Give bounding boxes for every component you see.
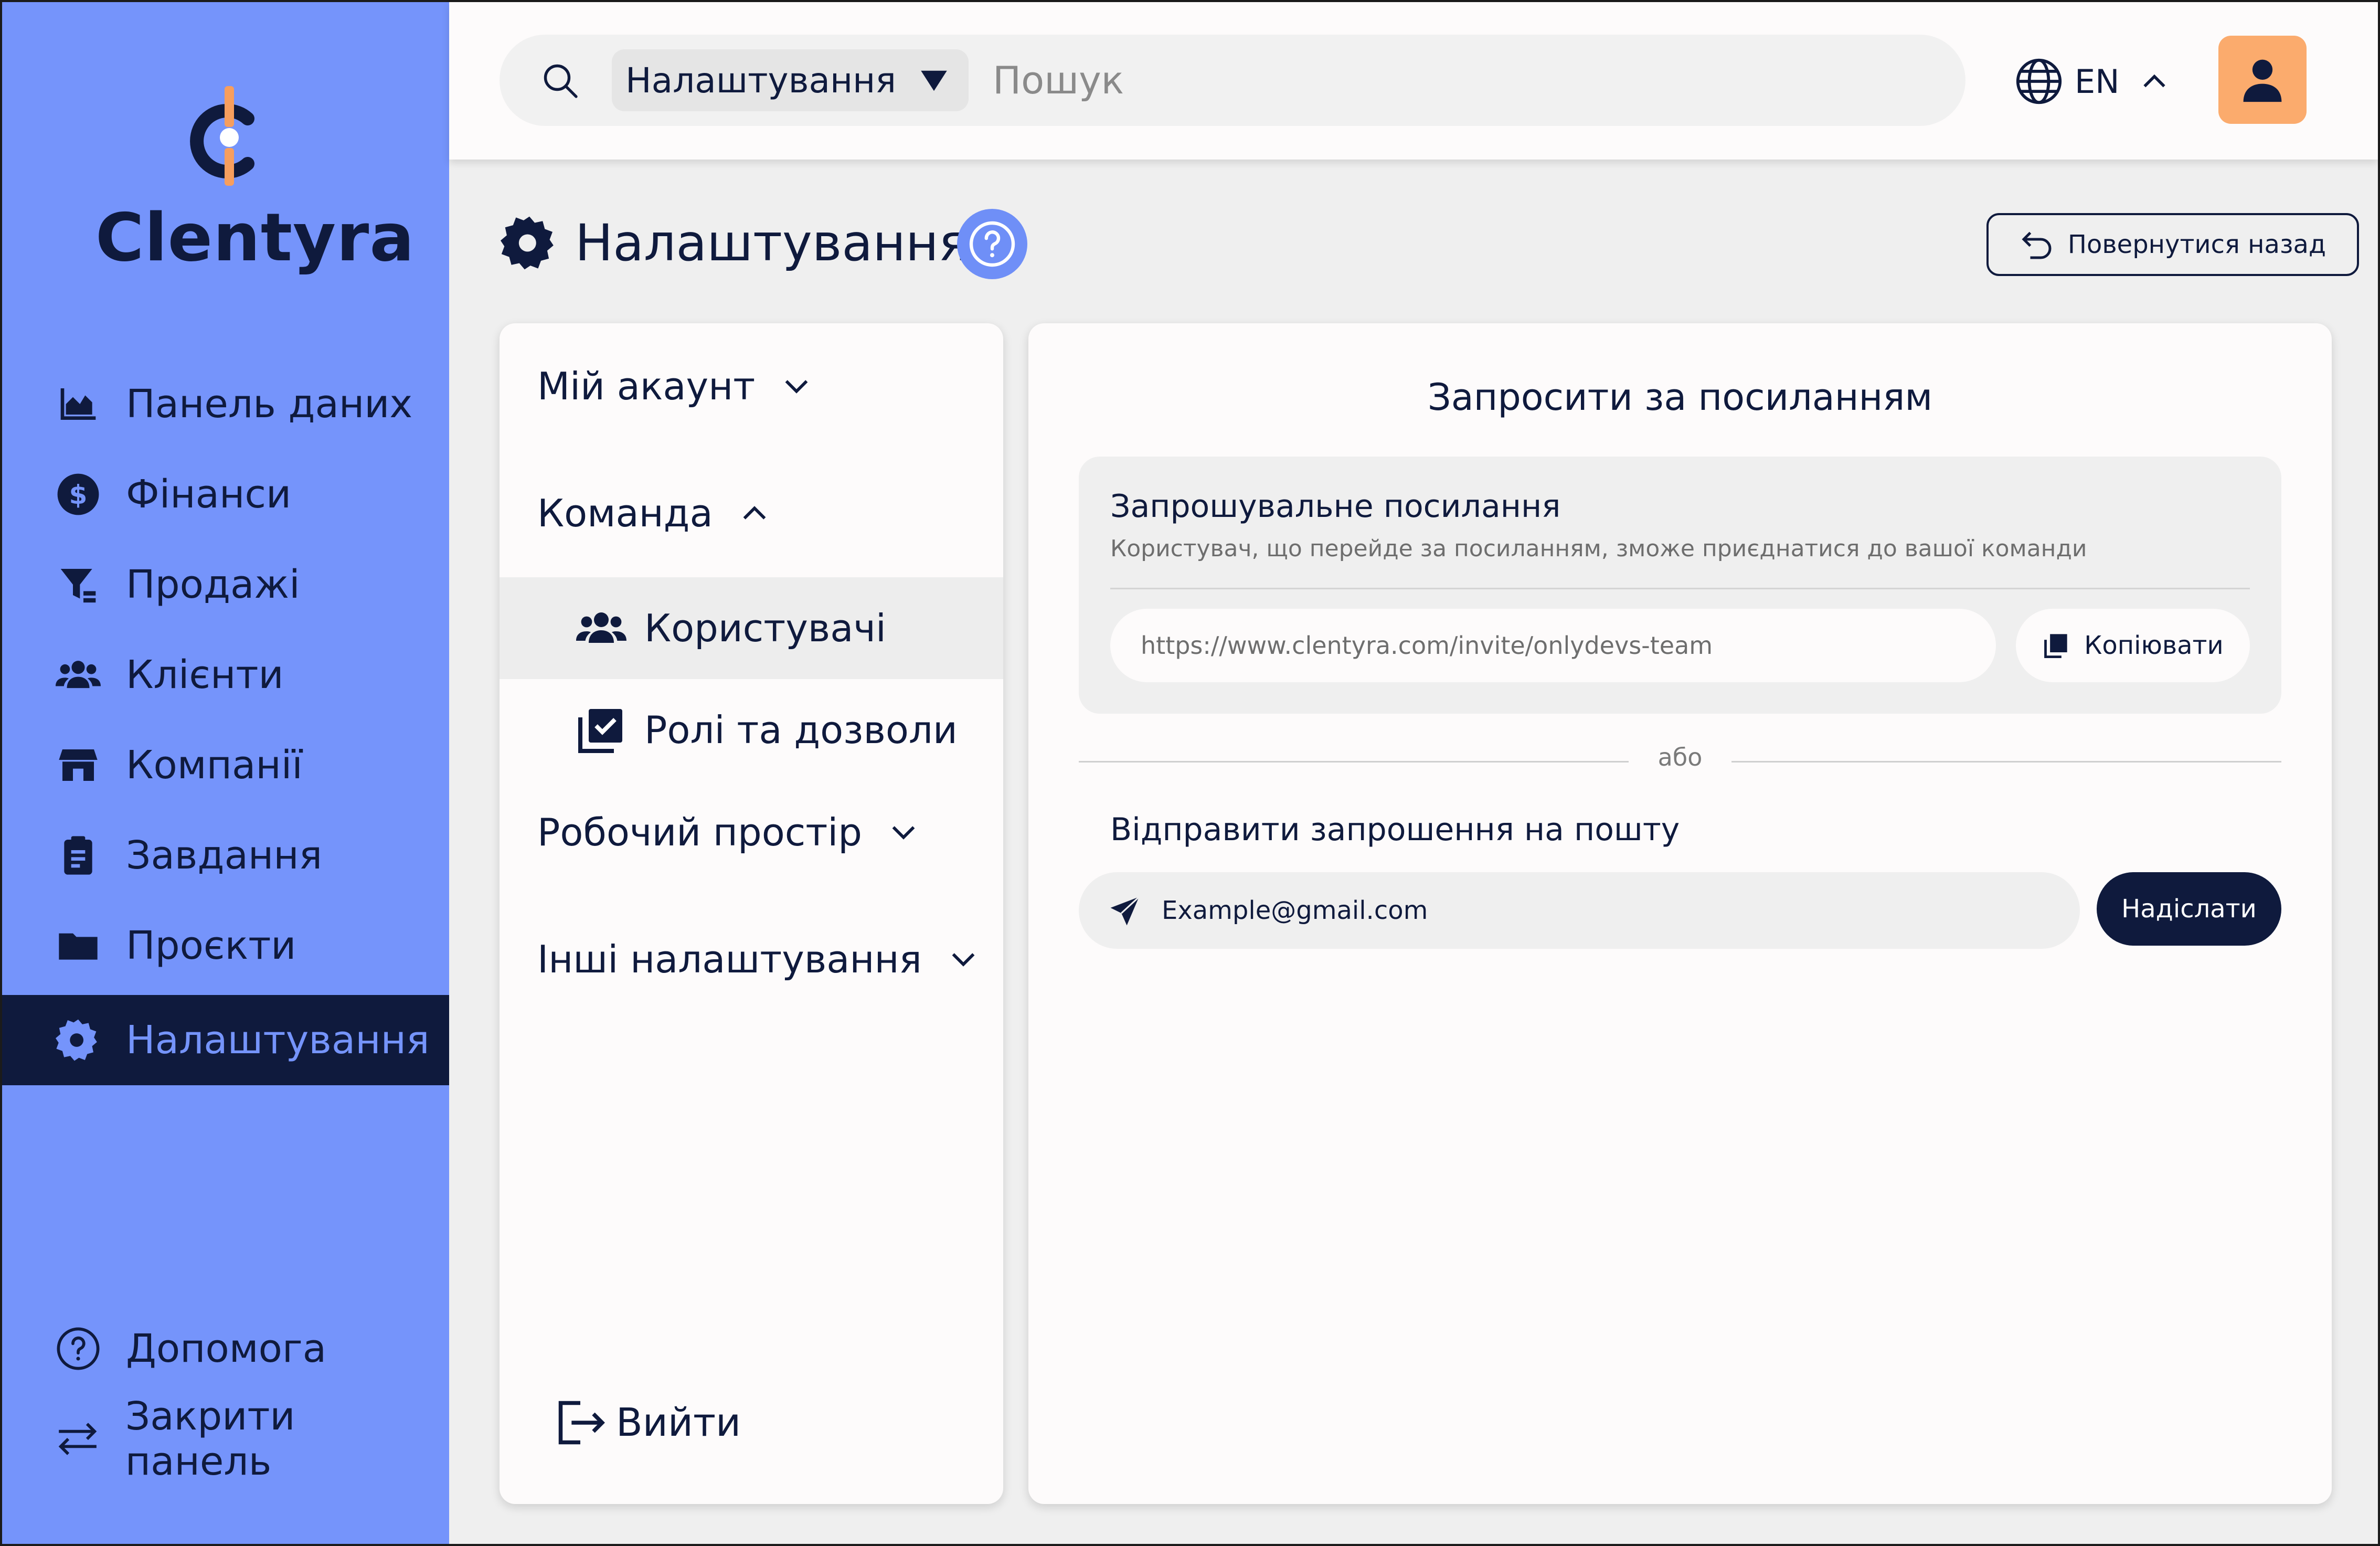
globe-icon [2016,58,2062,104]
search-scope-dropdown[interactable]: Налаштування [612,49,969,111]
section-label: Інші налаштування [537,937,922,981]
sidebar-item-clients[interactable]: Клієнти [2,630,449,720]
swap-arrows-icon [55,1415,101,1463]
sidebar-item-tasks[interactable]: Завдання [2,810,449,901]
search-input[interactable] [992,49,1926,111]
page-title-text: Налаштування [575,214,969,272]
section-label: Команда [537,491,713,535]
dollar-circle-icon: $ [55,471,102,518]
sidebar-item-label: Проєкти [126,923,296,968]
logout-label: Вийти [616,1400,741,1445]
copy-icon [2044,634,2067,659]
logo-text: Clentyra [95,199,415,276]
or-label: або [1658,743,1703,771]
send-button[interactable]: Надіслати [2097,872,2281,946]
sidebar-item-label: Закрити панель [125,1394,295,1484]
section-my-account[interactable]: Мій акаунт [537,355,812,418]
search-icon[interactable] [541,62,579,100]
team-item-roles[interactable]: Ролі та дозволи [500,679,1003,781]
sidebar-item-finance[interactable]: $ Фінанси [2,449,449,539]
chevron-down-icon [785,380,808,394]
settings-nav-panel: Мій акаунт Команда Користувачі Ролі та д… [500,323,1003,1504]
search-scope-label: Налаштування [625,60,896,101]
sidebar-item-label: Допомога [126,1326,327,1371]
users-icon [55,651,102,698]
sidebar-item-help[interactable]: Допомога [2,1304,449,1394]
store-icon [55,742,102,789]
divider-right [1731,761,2281,763]
chevron-down-icon [892,826,915,840]
logout-icon [558,1401,605,1445]
section-team[interactable]: Команда [537,482,770,545]
back-button[interactable]: Повернутися назад [1986,213,2359,276]
folder-icon [55,922,102,969]
logout-button[interactable]: Вийти [554,1389,741,1457]
sidebar-item-projects[interactable]: Проєкти [2,901,449,991]
sidebar-item-dashboard[interactable]: Панель даних [2,359,449,449]
team-item-users[interactable]: Користувачі [500,577,1003,679]
invite-link-field[interactable] [1110,609,1996,682]
sidebar-item-sales[interactable]: Продажі [2,539,449,630]
funnel-icon [55,561,102,608]
copy-button[interactable]: Копіювати [2016,609,2250,682]
invite-link-title: Запрошувальне посилання [1110,488,1561,525]
sidebar-item-settings[interactable]: Налаштування [2,995,449,1085]
email-input-container [1079,872,2080,949]
clipboard-icon [55,832,102,879]
checkbox-stack-icon [578,709,622,753]
email-input[interactable] [1161,872,2053,949]
logo-mark-icon [190,86,254,186]
question-icon [969,221,1015,267]
sidebar-item-collapse[interactable]: Закрити панель [2,1394,449,1484]
section-other-settings[interactable]: Інші налаштування [537,928,979,991]
invite-link-card: Запрошувальне посилання Користувач, що п… [1079,457,2281,714]
email-invite-title: Відправити запрошення на пошту [1110,811,1680,848]
chart-area-icon [55,380,102,428]
help-button[interactable] [957,209,1027,279]
copy-button-label: Копіювати [2084,631,2224,660]
sidebar-item-label: Панель даних [126,382,413,427]
team-item-label: Ролі та дозволи [644,708,958,752]
invite-link-description: Користувач, що перейде за посиланням, зм… [1110,535,2087,562]
sidebar-item-label: Налаштування [126,1018,430,1063]
language-selector[interactable]: EN [2015,52,2169,110]
sidebar-item-label: Клієнти [126,652,284,697]
section-label: Робочий простір [537,810,862,854]
gear-icon [55,1016,102,1064]
topbar: Налаштування EN [449,2,2378,160]
send-plane-icon [1110,896,1140,926]
chevron-up-icon [743,506,766,520]
chevron-up-icon [2143,74,2165,88]
help-circle-icon [55,1325,102,1372]
search-bar: Налаштування [500,35,1965,126]
page-title: Налаштування [501,209,969,277]
sidebar: Clentyra Панель даних $ Фінанси Продажі … [2,2,449,1544]
divider-left [1079,761,1629,763]
or-separator: або [1079,743,2281,780]
divider [1110,588,2250,589]
caret-down-icon [921,70,947,91]
invite-panel: Запросити за посиланням Запрошувальне по… [1028,323,2332,1504]
user-icon [2243,59,2282,102]
sidebar-item-label: Компанії [126,743,303,788]
back-button-label: Повернутися назад [2067,230,2326,259]
section-label: Мій акаунт [537,364,756,408]
sidebar-item-label: Завдання [126,833,323,878]
sidebar-item-companies[interactable]: Компанії [2,720,449,810]
avatar[interactable] [2218,36,2307,124]
invite-title: Запросити за посиланням [1427,376,1933,419]
sidebar-item-label: Продажі [126,562,300,607]
section-workspace[interactable]: Робочий простір [537,801,919,864]
undo-arrow-icon [2022,231,2052,259]
sidebar-item-label: Фінанси [126,472,292,517]
svg-text:$: $ [69,479,88,510]
chevron-down-icon [952,953,975,967]
language-label: EN [2075,62,2120,101]
users-icon [576,612,626,643]
logo[interactable]: Clentyra [95,86,415,280]
team-item-label: Користувачі [644,606,886,650]
gear-icon [501,216,554,270]
